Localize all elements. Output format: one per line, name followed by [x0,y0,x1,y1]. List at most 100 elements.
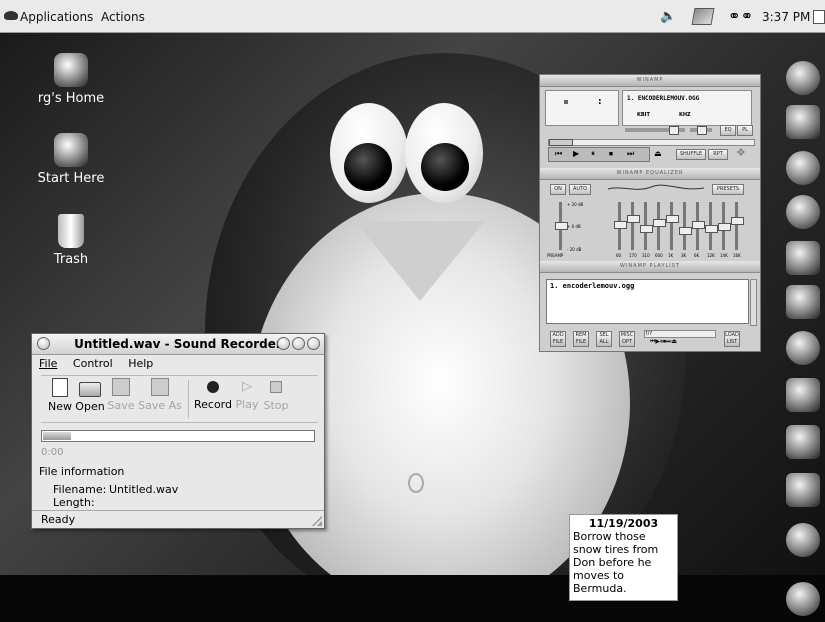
play-button[interactable]: ▷ Play [234,378,260,411]
winamp-pl-toggle[interactable]: PL [737,125,753,136]
eq-band-slider[interactable] [614,202,627,250]
trash-icon [58,214,84,248]
menu-control[interactable]: Control [73,357,113,370]
volume-icon[interactable]: 🔈 [660,9,676,24]
eq-auto-button[interactable]: AUTO [569,184,591,195]
pl-load-button[interactable]: LOAD LIST [724,331,740,347]
eq-band-slider[interactable] [718,202,731,250]
scanner-launcher-icon[interactable] [786,473,820,507]
winamp-time-display: : [545,90,619,126]
eq-band-slider[interactable] [705,202,718,250]
eq-band-label: 14K [720,253,728,258]
open-button[interactable]: Open [75,378,105,413]
menu-file[interactable]: File [39,357,57,370]
winamp-equalizer-titlebar[interactable]: WINAMP EQUALIZER [540,168,760,180]
save-button[interactable]: Save [107,378,135,412]
desktop-icon-trash[interactable]: Trash [26,214,116,267]
winamp-playlist-titlebar[interactable]: WINAMP PLAYLIST [540,261,760,273]
eq-on-button[interactable]: ON [550,184,566,195]
pl-add-button[interactable]: ADD FILE [550,331,566,347]
show-desktop-icon[interactable] [813,10,825,24]
winamp-shuffle-button[interactable]: SHUFFLE [676,149,706,160]
packages-launcher-icon[interactable] [786,285,820,319]
gimp-launcher-icon[interactable] [786,61,820,95]
record-button[interactable]: Record [193,378,233,411]
desktop-icon-home[interactable]: rg's Home [26,53,116,106]
panel-clock[interactable]: 3:37 PM [762,10,810,24]
penguin-audio-launcher-icon[interactable] [786,241,820,275]
winamp-kbit-label: KBIT [637,112,650,118]
eq-band-label: 6K [694,253,700,258]
browser-launcher-icon[interactable] [786,195,820,229]
filename-value: Untitled.wav [109,483,179,496]
notes-applet-icon[interactable] [691,8,715,25]
applications-menu[interactable]: Applications [20,10,93,24]
winamp-eq-toggle[interactable]: EQ [720,125,736,136]
penguin-launcher-icon[interactable] [786,582,820,616]
save-disk-icon [112,378,130,396]
pl-rem-button[interactable]: REM FILE [573,331,589,347]
eq-band-slider[interactable] [640,202,653,250]
stop-button[interactable]: Stop [262,378,290,412]
globe-launcher-icon[interactable] [786,331,820,365]
winamp-seek-bar[interactable] [548,139,755,146]
resize-grip-icon[interactable] [312,516,322,526]
actions-menu[interactable]: Actions [101,10,145,24]
sticky-note-text[interactable]: Borrow those snow tires from Don before … [573,530,674,595]
penguin-left-eye [330,103,408,203]
winamp-playlist[interactable]: 1. encoderlemouv.ogg [546,279,749,324]
pdf-launcher-icon[interactable] [786,378,820,412]
window-menu-icon[interactable] [37,337,50,350]
save-as-button[interactable]: Save As [138,378,182,412]
recorder-toolbar: New Open Save Save As Record ▷ Play Stop [41,375,318,423]
recording-level-bar[interactable] [41,430,315,442]
eq-band-slider[interactable] [627,202,640,250]
eq-band-slider[interactable] [653,202,666,250]
close-icon[interactable] [307,337,320,350]
eq-band-slider[interactable] [679,202,692,250]
desktop-icon-label: Start Here [37,171,105,186]
previous-icon[interactable]: ⏮ [555,149,562,159]
winamp-titlebar[interactable]: WINAMP [540,75,760,87]
window-title: Untitled.wav - Sound Recorder [74,337,282,351]
new-button[interactable]: New [46,378,74,413]
eyes-applet-icon[interactable]: ⚭⚭ [728,7,753,25]
minimize-icon[interactable] [277,337,290,350]
eq-preamp-slider[interactable] [555,202,568,250]
pl-sel-button[interactable]: SEL ALL [596,331,612,347]
pl-mini-transport-icon[interactable]: ⏮▶⏸⏹⏭⏏ [650,338,677,346]
menu-help[interactable]: Help [128,357,153,370]
sticky-note[interactable]: 11/19/2003 Borrow those snow tires from … [569,514,678,601]
eq-band-slider[interactable] [731,202,744,250]
next-icon[interactable]: ⏭ [627,149,634,159]
eq-presets-button[interactable]: PRESETS [712,184,744,195]
playlist-scrollbar[interactable] [750,279,757,326]
eject-icon[interactable]: ⏏ [654,149,662,158]
image-viewer-launcher-icon[interactable] [786,425,820,459]
winamp-repeat-button[interactable]: RPT [708,149,728,160]
desktop-icon-start-here[interactable]: Start Here [26,133,116,186]
clock-launcher-icon[interactable] [786,151,820,185]
play-icon: ▷ [242,379,252,394]
playlist-item[interactable]: 1. encoderlemouv.ogg [550,282,634,290]
eq-band-label: 60 [616,253,622,258]
eq-band-slider[interactable] [692,202,705,250]
calculator-launcher-icon[interactable] [786,105,820,139]
file-info-heading: File information [39,465,125,478]
eq-db-plus-label: + 20 dB [567,202,584,207]
pl-misc-button[interactable]: MISC OPT [619,331,635,347]
maximize-icon[interactable] [292,337,305,350]
eq-band-slider[interactable] [666,202,679,250]
winamp-balance-slider[interactable] [690,126,712,135]
desktop-icon-label: Trash [53,252,89,267]
winamp-volume-slider[interactable] [625,126,685,135]
stop-icon[interactable]: ⏹ [609,149,613,159]
eq-db-zero-label: + 0 dB [567,224,581,229]
winamp-play-indicator-icon [564,100,568,104]
play-icon[interactable]: ▶ [573,149,579,158]
pause-icon[interactable]: ⏸ [591,149,595,159]
foot-menu-icon[interactable] [4,11,18,20]
coffee-launcher-icon[interactable] [786,523,820,557]
recorder-titlebar[interactable]: Untitled.wav - Sound Recorder [32,334,324,355]
recording-time: 0:00 [41,447,64,458]
